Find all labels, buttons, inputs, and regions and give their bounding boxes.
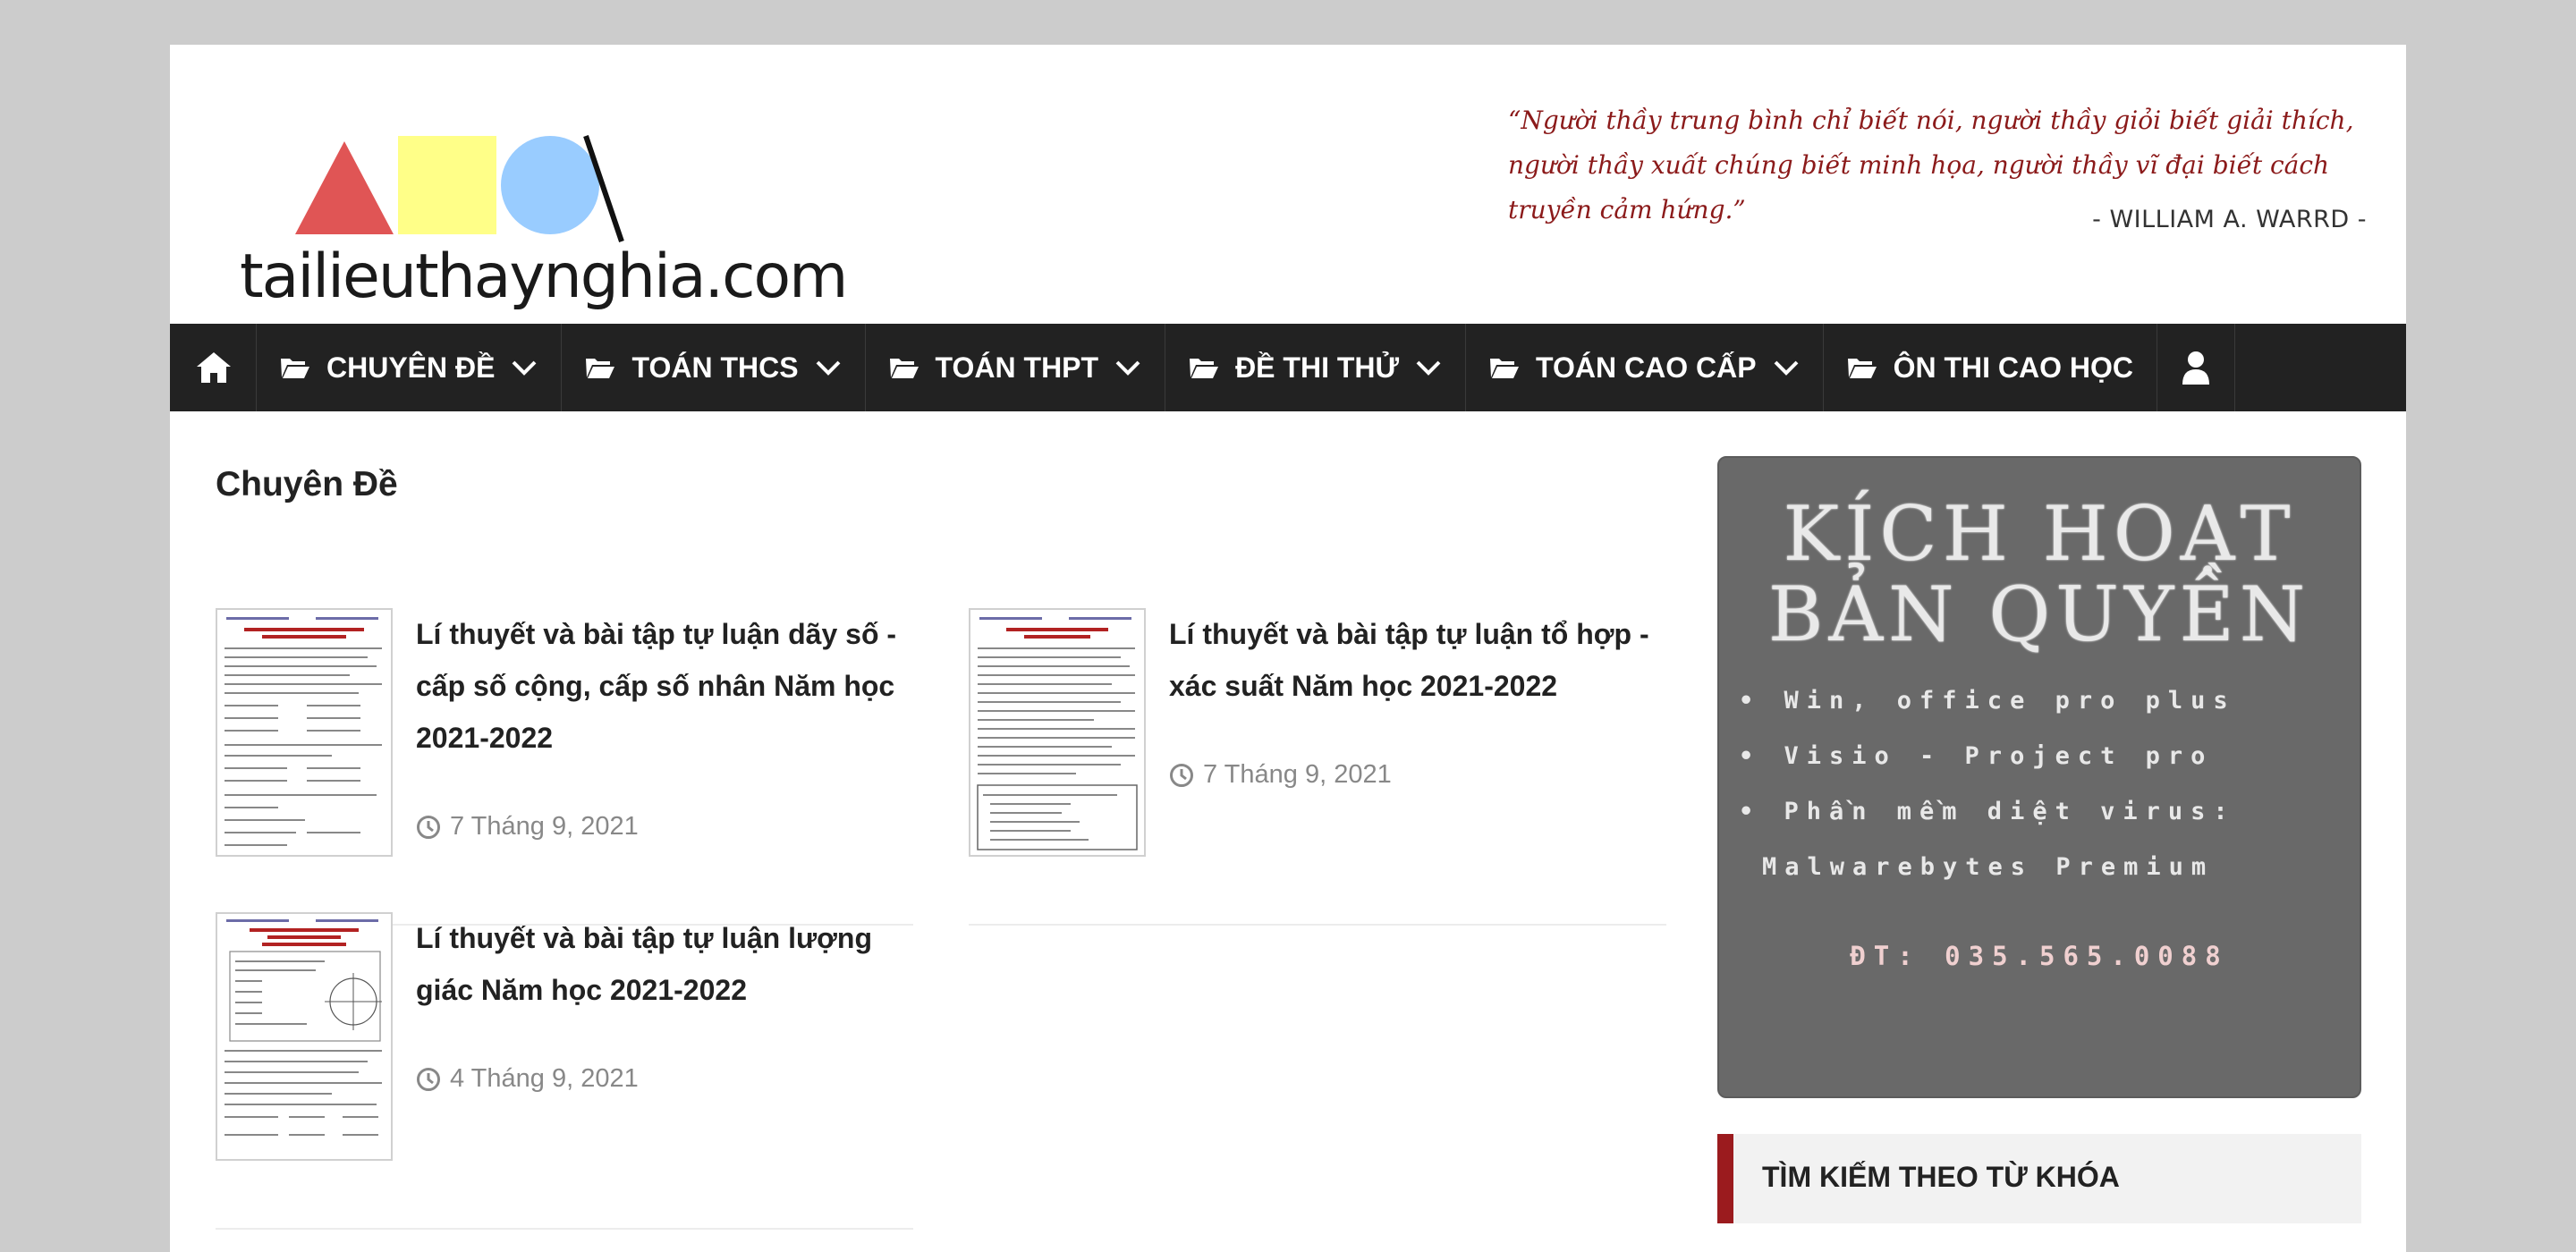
post-card: Lí thuyết và bài tập tự luận lượng giác … xyxy=(216,912,913,1234)
user-icon xyxy=(2182,351,2210,385)
nav-toan-cao-cap[interactable]: TOÁN CAO CẤP xyxy=(1466,324,1824,411)
folder-open-icon xyxy=(281,359,309,378)
post-title-link[interactable]: Lí thuyết và bài tập tự luận tổ hợp - xá… xyxy=(1169,608,1670,712)
chevron-down-icon xyxy=(1774,360,1798,376)
nav-label: ÔN THI CAO HỌC xyxy=(1893,351,2134,384)
post-date: 4 Tháng 9, 2021 xyxy=(416,1064,639,1094)
site-logo[interactable]: tailieuthaynghia.com xyxy=(206,89,848,331)
page-title: Chuyên Đề xyxy=(216,465,398,503)
post-title-link[interactable]: Lí thuyết và bài tập tự luận lượng giác … xyxy=(416,912,917,1016)
post-date: 7 Tháng 9, 2021 xyxy=(1169,760,1392,790)
post-date-text: 7 Tháng 9, 2021 xyxy=(450,812,639,841)
chevron-down-icon xyxy=(1416,360,1441,376)
nav-chuyen-de[interactable]: CHUYÊN ĐỀ xyxy=(257,324,563,411)
post-thumbnail[interactable] xyxy=(969,608,1146,857)
nav-toan-thcs[interactable]: TOÁN THCS xyxy=(562,324,866,411)
folder-open-icon xyxy=(889,359,919,378)
post-divider xyxy=(969,924,1666,926)
nav-label: TOÁN THCS xyxy=(631,351,799,384)
document-thumbnail-icon xyxy=(217,914,391,1159)
nav-label: TOÁN THPT xyxy=(935,351,1099,384)
post-thumbnail[interactable] xyxy=(216,912,393,1161)
logo-shapes-icon xyxy=(295,135,624,242)
home-icon xyxy=(197,352,231,383)
banner-phone: ĐT: 035.565.0088 xyxy=(1850,941,2229,971)
post-card: Lí thuyết và bài tập tự luận tổ hợp - xá… xyxy=(969,608,1666,930)
folder-open-icon xyxy=(1490,359,1520,378)
post-thumbnail[interactable] xyxy=(216,608,393,857)
chevron-down-icon xyxy=(1115,360,1140,376)
nav-label: TOÁN CAO CẤP xyxy=(1536,351,1757,384)
folder-open-icon xyxy=(1847,359,1877,378)
nav-user[interactable] xyxy=(2157,324,2236,411)
clock-icon xyxy=(1170,763,1193,787)
chevron-down-icon xyxy=(816,360,840,376)
nav-home[interactable] xyxy=(170,324,257,411)
banner-bullet: Malwarebytes Premium xyxy=(1762,853,2215,881)
document-thumbnail-icon xyxy=(970,610,1144,855)
page: tailieuthaynghia.com “Người thầy trung b… xyxy=(170,45,2406,1252)
nav-toan-thpt[interactable]: TOÁN THPT xyxy=(866,324,1166,411)
clock-icon xyxy=(417,815,440,839)
nav-label: CHUYÊN ĐỀ xyxy=(326,351,496,384)
banner-title-line2: BẢN QUYỀN xyxy=(1767,571,2311,658)
license-activation-banner[interactable]: KÍCH HOẠT BẢN QUYỀN • Win, office pro pl… xyxy=(1717,456,2361,1098)
folder-open-icon xyxy=(586,359,615,378)
post-date-text: 7 Tháng 9, 2021 xyxy=(1203,760,1392,789)
clock-icon xyxy=(417,1067,440,1091)
chevron-down-icon xyxy=(513,360,537,376)
nav-de-thi-thu[interactable]: ĐỀ THI THỬ xyxy=(1165,324,1467,411)
folder-open-icon xyxy=(1190,359,1219,378)
banner-bullet: • Visio - Project pro xyxy=(1739,742,2214,770)
post-date-text: 4 Tháng 9, 2021 xyxy=(450,1064,639,1093)
banner-bullet: • Win, office pro plus xyxy=(1739,687,2236,715)
main-nav: CHUYÊN ĐỀ TOÁN THCS TOÁN THPT ĐỀ THI THỬ… xyxy=(170,324,2406,411)
banner-bullet: • Phần mềm diệt virus: xyxy=(1739,798,2236,825)
banner-title-line1: KÍCH HOẠT xyxy=(1783,490,2296,578)
logo-text: tailieuthaynghia.com xyxy=(240,241,848,312)
document-thumbnail-icon xyxy=(217,610,391,855)
quote-author: - WILLIAM A. WARRD - xyxy=(2092,206,2367,233)
banner-title: KÍCH HOẠT BẢN QUYỀN xyxy=(1719,494,2360,655)
post-title-link[interactable]: Lí thuyết và bài tập tự luận dãy số - cấ… xyxy=(416,608,917,764)
keyword-search-widget: TÌM KIẾM THEO TỪ KHÓA xyxy=(1717,1134,2361,1223)
widget-title: TÌM KIẾM THEO TỪ KHÓA xyxy=(1762,1161,2120,1193)
nav-on-thi-cao-hoc[interactable]: ÔN THI CAO HỌC xyxy=(1824,324,2158,411)
post-divider xyxy=(216,1228,913,1230)
post-card: Lí thuyết và bài tập tự luận dãy số - cấ… xyxy=(216,608,913,930)
post-date: 7 Tháng 9, 2021 xyxy=(416,812,639,842)
nav-label: ĐỀ THI THỬ xyxy=(1235,351,1400,384)
